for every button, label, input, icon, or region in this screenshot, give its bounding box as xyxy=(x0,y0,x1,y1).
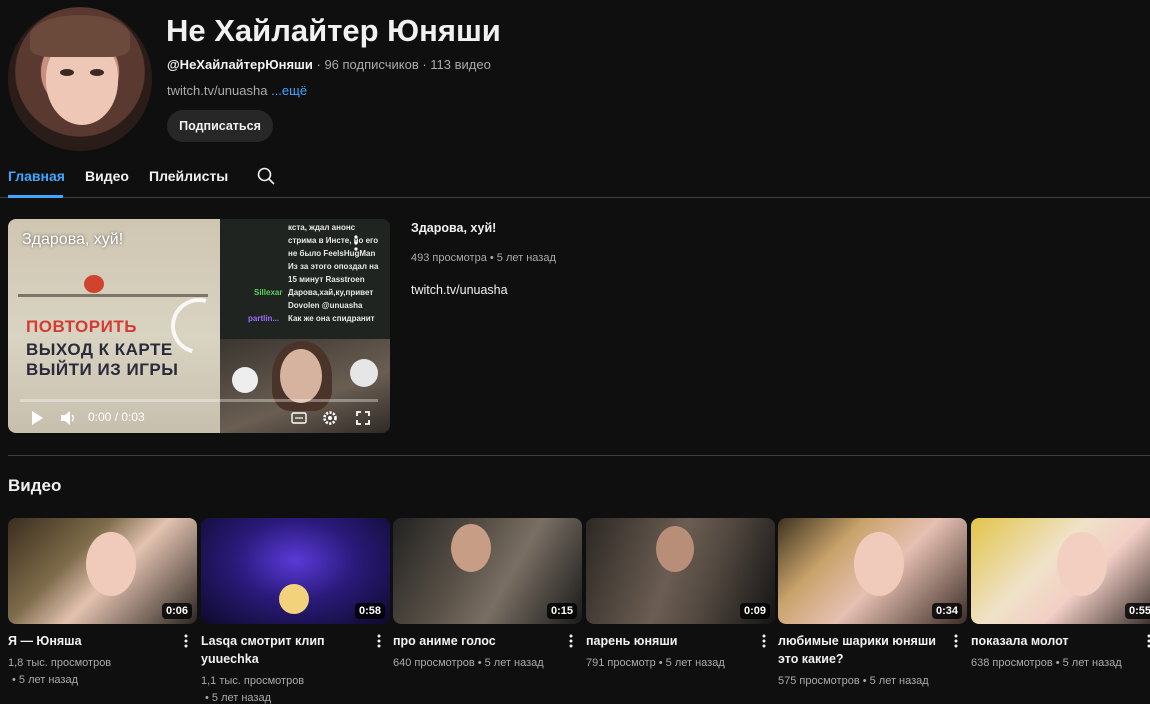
video-views: 575 просмотров • 5 лет назад xyxy=(778,675,929,687)
time-display: 0:00 / 0:03 xyxy=(88,410,145,424)
channel-link[interactable]: twitch.tv/unuasha xyxy=(167,83,267,98)
video-views: 1,1 тыс. просмотров xyxy=(201,675,305,687)
video-views: 791 просмотр • 5 лет назад xyxy=(586,657,725,669)
player-title: Здарова, хуй! xyxy=(22,231,124,248)
video-age: • 5 лет назад xyxy=(12,674,78,686)
play-icon[interactable] xyxy=(30,409,44,427)
channel-avatar[interactable] xyxy=(8,7,152,151)
more-link[interactable]: ...ещё xyxy=(271,83,307,98)
videos-section-title[interactable]: Видео xyxy=(8,476,61,496)
featured-video-meta: 493 просмотра • 5 лет назад xyxy=(411,252,556,264)
video-title[interactable]: Я — Юняша xyxy=(8,632,173,650)
video-frame-chat: кста, ждал анонс стрима в Инсте, но его … xyxy=(220,219,390,339)
video-thumbnail[interactable]: 0:55 xyxy=(971,518,1150,624)
video-title[interactable]: показала молот xyxy=(971,632,1136,650)
video-duration: 0:55 xyxy=(1124,603,1150,619)
channel-tabs: Главная Видео Плейлисты xyxy=(0,163,1150,198)
video-thumbnail[interactable]: 0:15 xyxy=(393,518,582,624)
video-thumbnail[interactable]: 0:09 xyxy=(586,518,775,624)
video-duration: 0:34 xyxy=(931,603,962,619)
channel-stats: · 96 подписчиков · 113 видео xyxy=(312,57,491,72)
video-views: 1,8 тыс. просмотров xyxy=(8,657,112,669)
more-vert-icon[interactable] xyxy=(954,634,958,648)
channel-name: Не Хайлайтер Юняши xyxy=(166,13,501,48)
active-tab-indicator xyxy=(8,195,63,198)
video-card[interactable]: 0:58 Lasqa смотрит клип yuuechka 1,1 тыс… xyxy=(201,518,390,704)
tab-playlists[interactable]: Плейлисты xyxy=(149,168,228,184)
subtitles-icon[interactable] xyxy=(291,409,307,427)
video-views: 640 просмотров • 5 лет назад xyxy=(393,657,544,669)
video-duration: 0:58 xyxy=(354,603,385,619)
progress-bar[interactable] xyxy=(20,399,378,402)
featured-video-player[interactable]: ПОВТОРИТЬ ВЫХОД К КАРТЕ ВЫЙТИ ИЗ ИГРЫ кс… xyxy=(8,219,390,433)
game-menu-map: ВЫХОД К КАРТЕ xyxy=(26,340,173,359)
video-thumbnail[interactable]: 0:58 xyxy=(201,518,390,624)
channel-meta: @НеХайлайтерЮняши · 96 подписчиков · 113… xyxy=(167,57,491,72)
game-menu-retry: ПОВТОРИТЬ xyxy=(26,317,137,336)
video-duration: 0:15 xyxy=(546,603,577,619)
video-card[interactable]: 0:34 любимые шарики юняши это какие? 575… xyxy=(778,518,967,687)
tab-videos[interactable]: Видео xyxy=(85,168,129,184)
video-views: 638 просмотров • 5 лет назад xyxy=(971,657,1122,669)
more-vert-icon[interactable] xyxy=(354,235,358,251)
video-duration: 0:09 xyxy=(739,603,770,619)
video-title[interactable]: парень юняши xyxy=(586,632,751,650)
video-title[interactable]: любимые шарики юняши это какие? xyxy=(778,632,943,668)
video-title[interactable]: Lasqa смотрит клип yuuechka xyxy=(201,632,366,668)
more-vert-icon[interactable] xyxy=(184,634,188,648)
video-thumbnail[interactable]: 0:34 xyxy=(778,518,967,624)
video-title[interactable]: про аниме голос xyxy=(393,632,558,650)
video-age: • 5 лет назад xyxy=(205,692,271,704)
subscribe-button[interactable]: Подписаться xyxy=(167,110,273,142)
video-card[interactable]: 0:55 показала молот 638 просмотров • 5 л… xyxy=(971,518,1150,669)
video-card[interactable]: 0:15 про аниме голос 640 просмотров • 5 … xyxy=(393,518,582,669)
channel-description: twitch.tv/unuasha ...ещё xyxy=(167,83,307,98)
featured-video-description: twitch.tv/unuasha xyxy=(411,283,508,297)
video-thumbnail[interactable]: 0:06 xyxy=(8,518,197,624)
more-vert-icon[interactable] xyxy=(569,634,573,648)
game-menu-exit: ВЫЙТИ ИЗ ИГРЫ xyxy=(26,360,179,379)
channel-handle: @НеХайлайтерЮняши xyxy=(167,57,313,72)
fullscreen-icon[interactable] xyxy=(355,409,371,427)
volume-icon[interactable] xyxy=(60,409,76,427)
channel-page: Не Хайлайтер Юняши @НеХайлайтерЮняши · 9… xyxy=(0,0,1150,704)
video-duration: 0:06 xyxy=(161,603,192,619)
more-vert-icon[interactable] xyxy=(762,634,766,648)
video-card[interactable]: 0:06 Я — Юняша 1,8 тыс. просмотров • 5 л… xyxy=(8,518,197,686)
more-vert-icon[interactable] xyxy=(377,634,381,648)
featured-video-title[interactable]: Здарова, хуй! xyxy=(411,221,496,235)
video-card[interactable]: 0:09 парень юняши 791 просмотр • 5 лет н… xyxy=(586,518,775,669)
settings-gear-icon[interactable] xyxy=(322,409,338,427)
tab-home[interactable]: Главная xyxy=(8,168,65,184)
section-divider xyxy=(8,455,1150,456)
search-icon[interactable] xyxy=(256,166,276,186)
